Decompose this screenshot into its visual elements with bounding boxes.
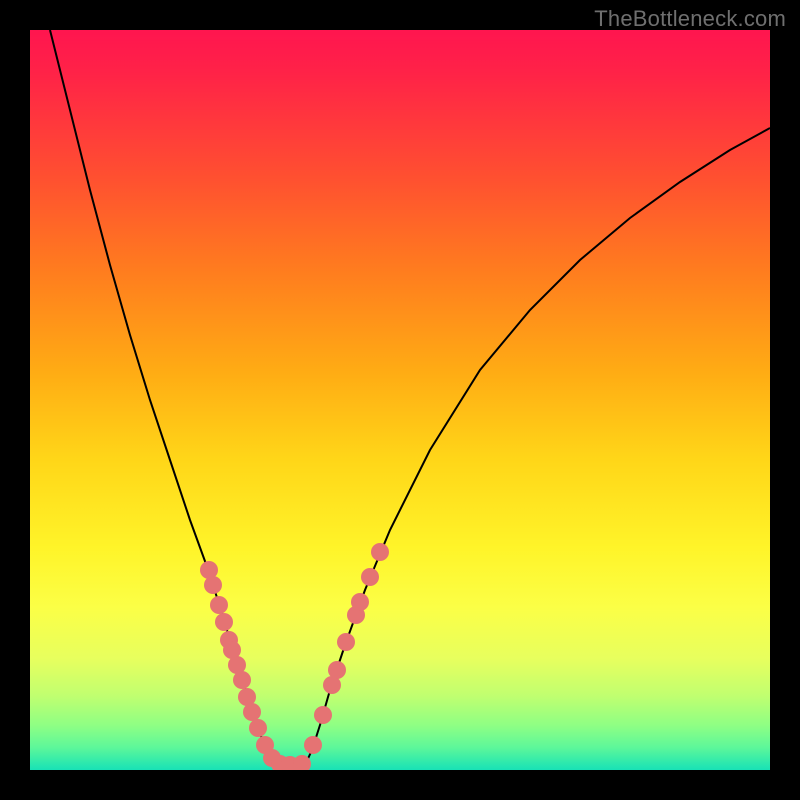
data-marker — [249, 719, 267, 737]
left-curve — [50, 30, 276, 765]
right-curve — [305, 128, 770, 765]
data-marker — [204, 576, 222, 594]
data-marker — [215, 613, 233, 631]
data-marker — [371, 543, 389, 561]
data-marker — [351, 593, 369, 611]
data-marker — [328, 661, 346, 679]
data-marker — [337, 633, 355, 651]
marker-group — [200, 543, 389, 770]
data-marker — [304, 736, 322, 754]
data-marker — [243, 703, 261, 721]
watermark-text: TheBottleneck.com — [594, 6, 786, 32]
curves-svg — [30, 30, 770, 770]
data-marker — [233, 671, 251, 689]
plot-area — [30, 30, 770, 770]
data-marker — [314, 706, 332, 724]
data-marker — [361, 568, 379, 586]
data-marker — [210, 596, 228, 614]
